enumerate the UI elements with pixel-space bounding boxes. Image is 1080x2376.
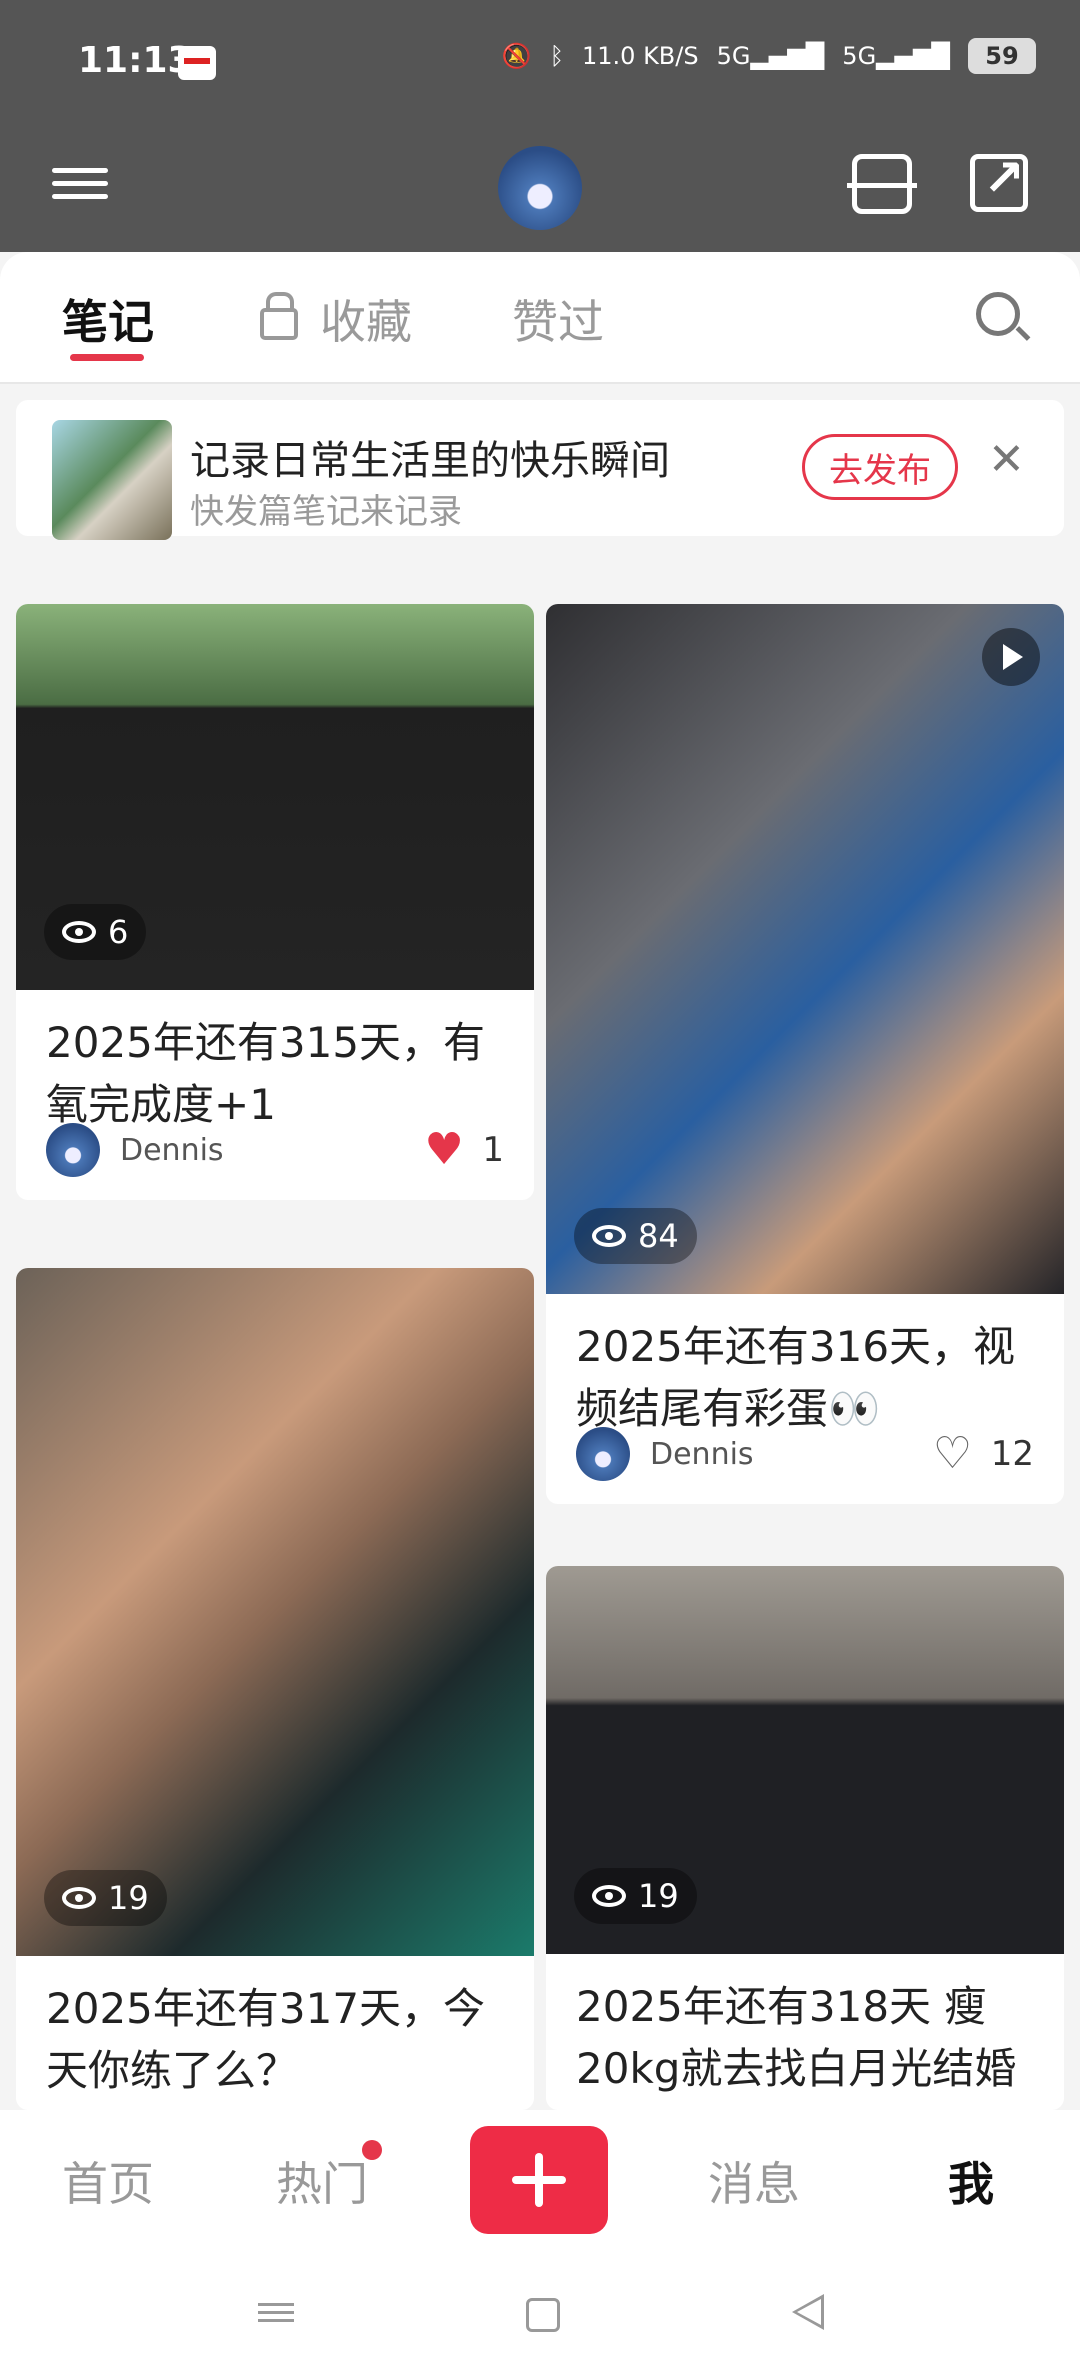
note-title: 2025年还有317天，今天你练了么？ <box>46 1984 486 2095</box>
system-navigation-bar <box>0 2254 1080 2376</box>
nav-me[interactable]: 我 <box>948 2148 994 2214</box>
tab-notes[interactable]: 笔记 <box>62 286 154 352</box>
promo-thumbnail <box>52 420 172 540</box>
nav-hot[interactable]: 热门 <box>276 2148 368 2214</box>
top-bar <box>0 128 1080 252</box>
note-title: 2025年还有315天，有氧完成度+1 <box>46 1018 486 1129</box>
app-notification-icon <box>178 46 216 80</box>
publish-promo-card: 记录日常生活里的快乐瞬间 快发篇笔记来记录 去发布 ✕ <box>16 400 1064 540</box>
signal-5g-icon: 5G▂▄▆█ <box>716 42 825 70</box>
author-name: Dennis <box>650 1436 754 1472</box>
note-thumbnail: 19 <box>16 1268 534 1956</box>
heart-outline-icon[interactable]: ♡ <box>933 1432 977 1476</box>
profile-content-panel: 笔记 收藏 赞过 记录日常生活里的快乐瞬间 快发篇笔记来记录 去发布 ✕ 6 2… <box>0 252 1080 2110</box>
play-icon <box>982 628 1040 686</box>
view-count: 19 <box>44 1870 167 1926</box>
note-card[interactable]: 19 2025年还有318天 瘦20kg就去找白月光结婚 <box>546 1566 1064 2110</box>
promo-title: 记录日常生活里的快乐瞬间 <box>190 438 670 484</box>
home-icon[interactable] <box>526 2298 560 2332</box>
lock-icon <box>258 292 298 340</box>
nav-home[interactable]: 首页 <box>62 2148 154 2214</box>
eye-icon <box>62 921 96 943</box>
scan-icon[interactable] <box>847 154 917 214</box>
like-count: 12 <box>990 1434 1034 1474</box>
publish-button[interactable]: 去发布 <box>802 434 958 500</box>
search-icon[interactable] <box>976 292 1020 336</box>
status-bar: 11:13 🔕 ᛒ 11.0 KB/S 5G▂▄▆█ 5G▂▄▆█ 59 <box>0 0 1080 128</box>
add-note-button[interactable] <box>470 2126 608 2234</box>
share-icon[interactable] <box>970 149 1028 212</box>
note-card[interactable]: 19 2025年还有317天，今天你练了么？ <box>16 1268 534 2110</box>
menu-icon[interactable] <box>52 160 108 206</box>
note-thumbnail: 6 <box>16 604 534 990</box>
view-count: 6 <box>44 904 147 960</box>
tab-liked[interactable]: 赞过 <box>512 286 604 352</box>
tab-favorites[interactable]: 收藏 <box>320 286 412 352</box>
note-title: 2025年还有318天 瘦20kg就去找白月光结婚 <box>576 1982 1017 2093</box>
bluetooth-icon: ᛒ <box>549 42 564 70</box>
recent-apps-icon[interactable] <box>258 2298 294 2328</box>
note-title: 2025年还有316天，视频结尾有彩蛋👀 <box>576 1322 1016 1433</box>
bottom-navigation: 首页 热门 消息 我 <box>0 2110 1080 2254</box>
eye-icon <box>592 1225 626 1247</box>
eye-icon <box>62 1887 96 1909</box>
note-card[interactable]: 6 2025年还有315天，有氧完成度+1 Dennis ♥ 1 <box>16 604 534 1200</box>
author-avatar <box>576 1427 630 1481</box>
like-count: 1 <box>482 1130 504 1170</box>
note-thumbnail: 19 <box>546 1566 1064 1954</box>
profile-tabs: 笔记 收藏 赞过 <box>0 252 1080 384</box>
signal-5g-icon: 5G▂▄▆█ <box>842 42 950 70</box>
tab-active-indicator <box>70 354 144 361</box>
view-count: 84 <box>574 1208 697 1264</box>
status-time: 11:13 <box>78 40 193 81</box>
battery-icon: 59 <box>968 38 1036 74</box>
profile-avatar[interactable] <box>498 146 582 230</box>
note-thumbnail: 84 <box>546 604 1064 1294</box>
status-icons: 🔕 ᛒ 11.0 KB/S 5G▂▄▆█ 5G▂▄▆█ 59 <box>502 38 1036 74</box>
network-speed: 11.0 KB/S <box>581 42 699 70</box>
notification-dot <box>362 2140 382 2160</box>
back-icon[interactable] <box>792 2294 824 2330</box>
eye-icon <box>592 1885 626 1907</box>
heart-filled-icon[interactable]: ♥ <box>424 1128 468 1172</box>
close-icon[interactable]: ✕ <box>988 434 1025 485</box>
note-meta: Dennis ♥ 1 <box>46 1122 504 1178</box>
author-avatar <box>46 1123 100 1177</box>
note-meta: Dennis ♡ 12 <box>576 1426 1034 1482</box>
nav-messages[interactable]: 消息 <box>708 2148 800 2214</box>
mute-icon: 🔕 <box>501 42 532 70</box>
promo-subtitle: 快发篇笔记来记录 <box>190 492 462 532</box>
author-name: Dennis <box>120 1132 224 1168</box>
view-count: 19 <box>574 1868 697 1924</box>
note-card[interactable]: 84 2025年还有316天，视频结尾有彩蛋👀 Dennis ♡ 12 <box>546 604 1064 1504</box>
